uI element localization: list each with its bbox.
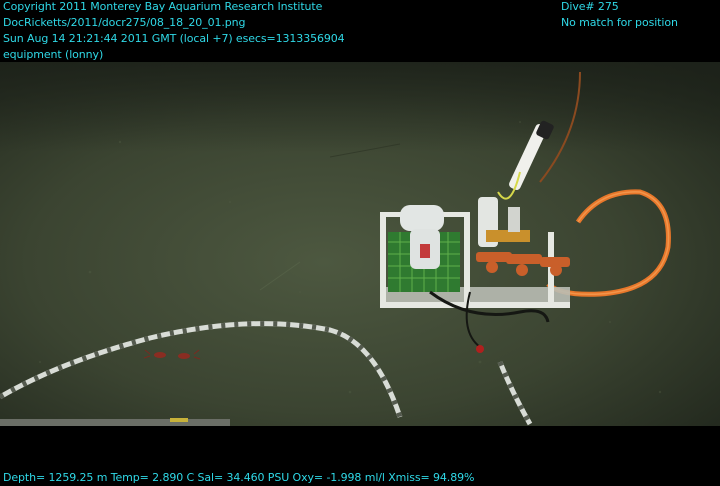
copyright-text: Copyright 2011 Monterey Bay Aquarium Res…	[3, 0, 323, 13]
video-frame: Copyright 2011 Monterey Bay Aquarium Res…	[0, 0, 720, 486]
seafloor-scene	[0, 62, 720, 426]
position-status-text: No match for position	[561, 16, 678, 29]
category-text: equipment (lonny)	[3, 48, 104, 61]
sensor-readout: Depth= 1259.25 m Temp= 2.890 C Sal= 34.4…	[3, 471, 475, 484]
dive-number-text: Dive# 275	[561, 0, 619, 13]
timestamp-text: Sun Aug 14 21:21:44 2011 GMT (local +7) …	[3, 32, 345, 45]
overlay-metadata-left: Copyright 2011 Monterey Bay Aquarium Res…	[3, 0, 345, 63]
overlay-metadata-right: Dive# 275 No match for position	[561, 0, 678, 31]
file-path-text: DocRicketts/2011/docr275/08_18_20_01.png	[3, 16, 246, 29]
